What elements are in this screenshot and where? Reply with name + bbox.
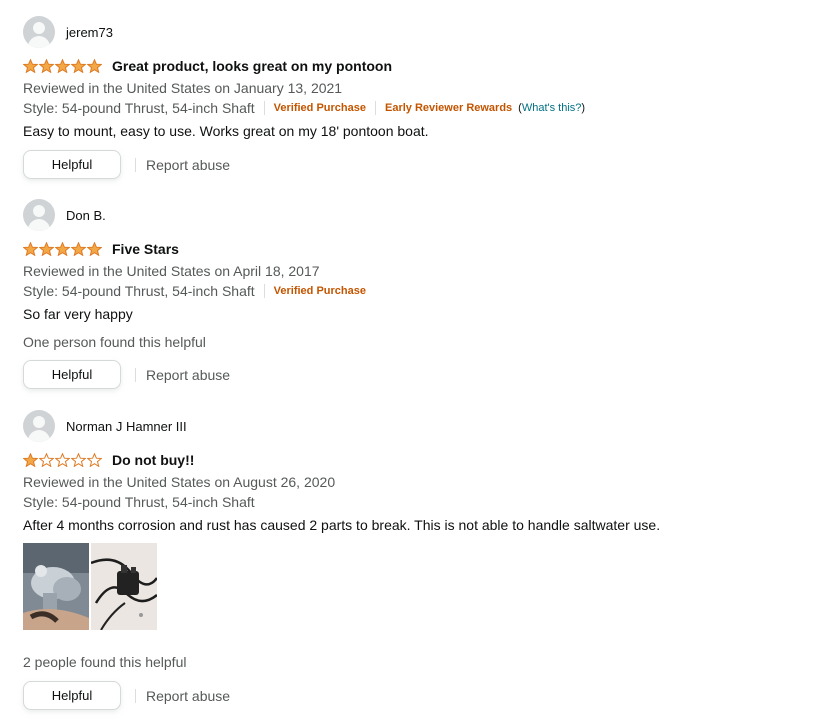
- broken-cable-clip-photo[interactable]: [91, 543, 157, 630]
- reviewer-name[interactable]: jerem73: [66, 25, 113, 40]
- star-filled-icon: [87, 242, 102, 256]
- reviewer-profile[interactable]: Norman J Hamner III: [23, 410, 660, 442]
- star-empty-icon: [87, 453, 102, 467]
- product-style[interactable]: Style: 54-pound Thrust, 54-inch Shaft: [23, 98, 255, 118]
- star-rating[interactable]: [23, 59, 102, 73]
- star-filled-icon: [71, 242, 86, 256]
- helpful-count: One person found this helpful: [23, 334, 206, 350]
- star-filled-icon: [87, 59, 102, 73]
- divider: [135, 157, 136, 172]
- star-filled-icon: [55, 242, 70, 256]
- star-empty-icon: [71, 453, 86, 467]
- star-rating[interactable]: [23, 453, 102, 467]
- reviewer-profile[interactable]: jerem73: [23, 16, 585, 48]
- avatar-icon: [23, 199, 55, 231]
- verified-purchase-badge: Verified Purchase: [273, 285, 366, 297]
- star-filled-icon: [71, 59, 86, 73]
- reviewer-profile[interactable]: Don B.: [23, 199, 366, 231]
- helpful-count: 2 people found this helpful: [23, 654, 187, 670]
- divider: [135, 688, 136, 703]
- divider: [374, 101, 376, 115]
- product-style[interactable]: Style: 54-pound Thrust, 54-inch Shaft: [23, 492, 255, 512]
- star-filled-icon: [23, 59, 38, 73]
- helpful-button[interactable]: Helpful: [23, 681, 121, 710]
- review-date: Reviewed in the United States on January…: [23, 80, 343, 96]
- review-body: Easy to mount, easy to use. Works great …: [23, 123, 429, 139]
- review-date: Reviewed in the United States on August …: [23, 474, 336, 490]
- star-empty-icon: [55, 453, 70, 467]
- avatar-icon: [23, 16, 55, 48]
- star-filled-icon: [55, 59, 70, 73]
- star-filled-icon: [39, 242, 54, 256]
- helpful-button[interactable]: Helpful: [23, 360, 121, 389]
- whats-this-link[interactable]: What's this?: [522, 102, 582, 114]
- review-2: Don B. Five Stars Reviewed in the United…: [23, 199, 366, 389]
- review-title[interactable]: Do not buy!!: [112, 452, 194, 468]
- review-3: Norman J Hamner III Do not buy!! Reviewe…: [23, 410, 660, 710]
- early-reviewer-badge: Early Reviewer Rewards: [384, 102, 513, 114]
- avatar-icon: [23, 410, 55, 442]
- review-body: After 4 months corrosion and rust has ca…: [23, 517, 661, 533]
- star-filled-icon: [39, 59, 54, 73]
- review-body: So far very happy: [23, 306, 133, 322]
- report-abuse-link[interactable]: Report abuse: [146, 157, 230, 173]
- divider: [263, 284, 265, 298]
- review-1: jerem73 Great product, looks great on my…: [23, 16, 585, 179]
- helpful-button[interactable]: Helpful: [23, 150, 121, 179]
- reviewer-name[interactable]: Norman J Hamner III: [66, 419, 187, 434]
- product-style[interactable]: Style: 54-pound Thrust, 54-inch Shaft: [23, 281, 255, 301]
- divider: [263, 101, 265, 115]
- report-abuse-link[interactable]: Report abuse: [146, 688, 230, 704]
- corroded-motor-bracket-photo[interactable]: [23, 543, 89, 630]
- review-date: Reviewed in the United States on April 1…: [23, 263, 320, 279]
- divider: [135, 367, 136, 382]
- verified-purchase-badge: Verified Purchase: [273, 102, 366, 114]
- star-rating[interactable]: [23, 242, 102, 256]
- star-filled-icon: [23, 242, 38, 256]
- report-abuse-link[interactable]: Report abuse: [146, 367, 230, 383]
- reviewer-name[interactable]: Don B.: [66, 208, 106, 223]
- paren-close: ): [581, 102, 586, 114]
- star-filled-icon: [23, 453, 38, 467]
- review-title[interactable]: Great product, looks great on my pontoon: [112, 58, 392, 74]
- star-empty-icon: [39, 453, 54, 467]
- review-title[interactable]: Five Stars: [112, 241, 179, 257]
